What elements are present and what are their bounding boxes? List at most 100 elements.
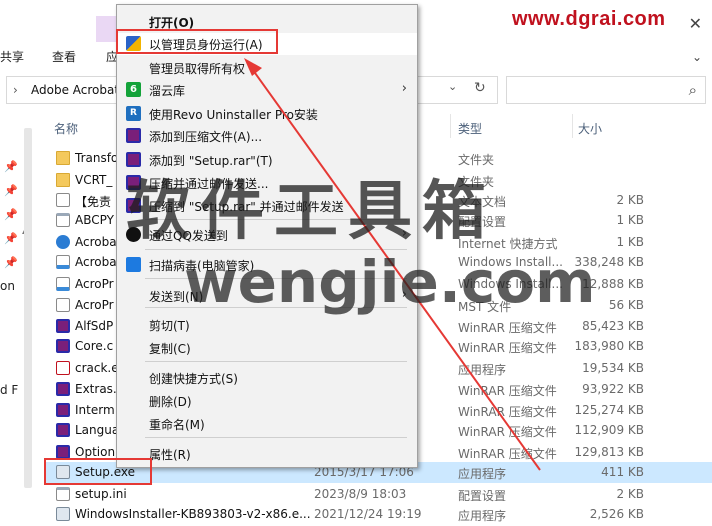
column-divider[interactable] [572,114,573,138]
file-type: 应用程序 [458,467,507,481]
file-name[interactable]: Langua [75,423,119,437]
context-menu-item[interactable]: 剪切(T) [117,314,417,336]
nav-item-label[interactable]: d F [0,383,18,397]
mst-file-icon [56,298,70,312]
brand-watermark-logo: www.dgrai.com [512,8,666,30]
file-name[interactable]: ABCPY [75,213,114,227]
msi-file-icon [56,277,70,291]
file-name[interactable]: crack.e [75,361,119,375]
context-menu-item[interactable]: 管理员取得所有权 [117,57,417,79]
file-name[interactable]: AlfSdP [75,319,113,333]
msi-file-icon [56,255,70,269]
file-row[interactable]: setup.ini 2023/8/9 18:03 配置设置 2 KB [46,484,712,505]
folder-icon [56,151,70,165]
file-size: 112,909 KB [574,423,644,437]
file-name[interactable]: WindowsInstaller-KB893803-v2-x86.e... [75,507,311,521]
file-name[interactable]: VCRT_ [75,173,112,187]
watermark-english: wengjie.com [184,248,596,316]
file-size: 19,534 KB [582,361,644,375]
context-menu-item[interactable]: 创建快捷方式(S) [117,367,417,389]
context-menu-item-label: 属性(R) [149,448,191,462]
file-date: 2021/12/24 19:19 [314,507,422,521]
file-size: 93,922 KB [582,382,644,396]
search-icon[interactable]: ⌕ [689,81,697,99]
file-size: 183,980 KB [574,339,644,353]
context-menu-item[interactable]: 重命名(M) [117,413,417,435]
file-type: WinRAR 压缩文件 [458,384,557,398]
column-header-name[interactable]: 名称 [54,120,78,137]
address-bar[interactable]: › Adobe Acrobat [6,76,119,104]
close-window-icon[interactable]: ✕ [689,14,702,33]
context-menu-item-label: 删除(D) [149,395,192,409]
file-name[interactable]: Acroba [75,235,117,249]
file-size: 129,813 KB [574,445,644,459]
file-date: 2023/8/9 18:03 [314,487,407,501]
navigation-pane: ▲ [0,112,44,526]
file-name[interactable]: Core.c [75,339,113,353]
context-menu-item[interactable]: 添加到压缩文件(A)... [117,125,417,147]
config-file-icon [56,487,70,501]
context-menu-item-label: 重命名(M) [149,418,205,432]
watermark-chinese: 软件工具箱 [126,175,496,249]
file-type: WinRAR 压缩文件 [458,321,557,335]
pin-icon: 📌 [4,256,18,269]
file-name[interactable]: AcroPr [75,298,114,312]
context-menu-item-label: 使用Revo Uninstaller Pro安装 [149,108,318,122]
refresh-icon[interactable]: ↻ [474,80,486,96]
nav-item-label[interactable]: on [0,279,15,293]
context-menu-item-label: 复制(C) [149,342,191,356]
context-menu-item-label: 溜云库 [149,84,186,98]
column-header-size[interactable]: 大小 [578,120,602,137]
file-size: 2 KB [616,487,644,501]
file-name[interactable]: AcroPr [75,277,114,291]
ribbon-expand-chevron-icon[interactable]: ⌄ [692,50,702,64]
file-size: 2,526 KB [589,507,644,521]
breadcrumb-chevron-icon[interactable]: › [13,83,18,97]
column-header-type[interactable]: 类型 [458,120,482,137]
folder-icon [56,173,70,187]
liuyunku-icon: 6 [126,82,141,97]
winrar-icon [56,339,70,353]
pin-icon: 📌 [4,208,18,221]
ribbon-tab-share[interactable]: 共享 [0,48,24,65]
file-name[interactable]: 【免责 [75,193,111,210]
internet-shortcut-icon [56,235,70,249]
setup-exe-icon [56,507,70,521]
address-path[interactable]: Adobe Acrobat [31,83,119,97]
menu-separator [145,361,407,362]
nav-scrollbar[interactable] [24,128,32,488]
file-name[interactable]: setup.ini [75,487,127,501]
file-size: 125,274 KB [574,403,644,417]
ribbon-tab-highlight [96,16,116,42]
winrar-icon [56,423,70,437]
search-input[interactable]: ⌕ [506,76,706,104]
context-menu-item[interactable]: R 使用Revo Uninstaller Pro安装 [117,103,417,125]
annotation-box-setup-exe [44,458,152,485]
file-name[interactable]: Acroba [75,255,117,269]
file-name[interactable]: Transfo [75,151,118,165]
file-name[interactable]: Interm [75,403,115,417]
ribbon-tab-view[interactable]: 查看 [52,48,76,65]
file-type: WinRAR 压缩文件 [458,341,557,355]
file-type: 应用程序 [458,509,507,523]
revo-uninstaller-icon: R [126,106,141,121]
address-dropdown-icon[interactable]: ⌄ [448,80,457,93]
winrar-icon [126,128,141,143]
address-bar-end[interactable] [418,76,498,104]
file-size: 1 KB [616,235,644,249]
context-menu-item[interactable]: 6 溜云库 › [117,79,417,101]
context-menu-item-label: 管理员取得所有权 [149,62,246,76]
file-row[interactable]: WindowsInstaller-KB893803-v2-x86.e... 202… [46,504,712,525]
context-menu-item[interactable]: 复制(C) [117,337,417,359]
acrobat-icon [56,361,70,375]
winrar-icon [56,382,70,396]
context-menu-item[interactable]: 删除(D) [117,390,417,412]
winrar-icon [56,403,70,417]
context-menu-item-label: 添加到压缩文件(A)... [149,130,263,144]
file-name[interactable]: Extras. [75,382,117,396]
winrar-icon [56,319,70,333]
file-name[interactable]: Option [75,445,115,459]
context-menu-item[interactable]: 属性(R) [117,443,417,465]
column-divider[interactable] [450,114,451,138]
file-type: 应用程序 [458,363,507,377]
